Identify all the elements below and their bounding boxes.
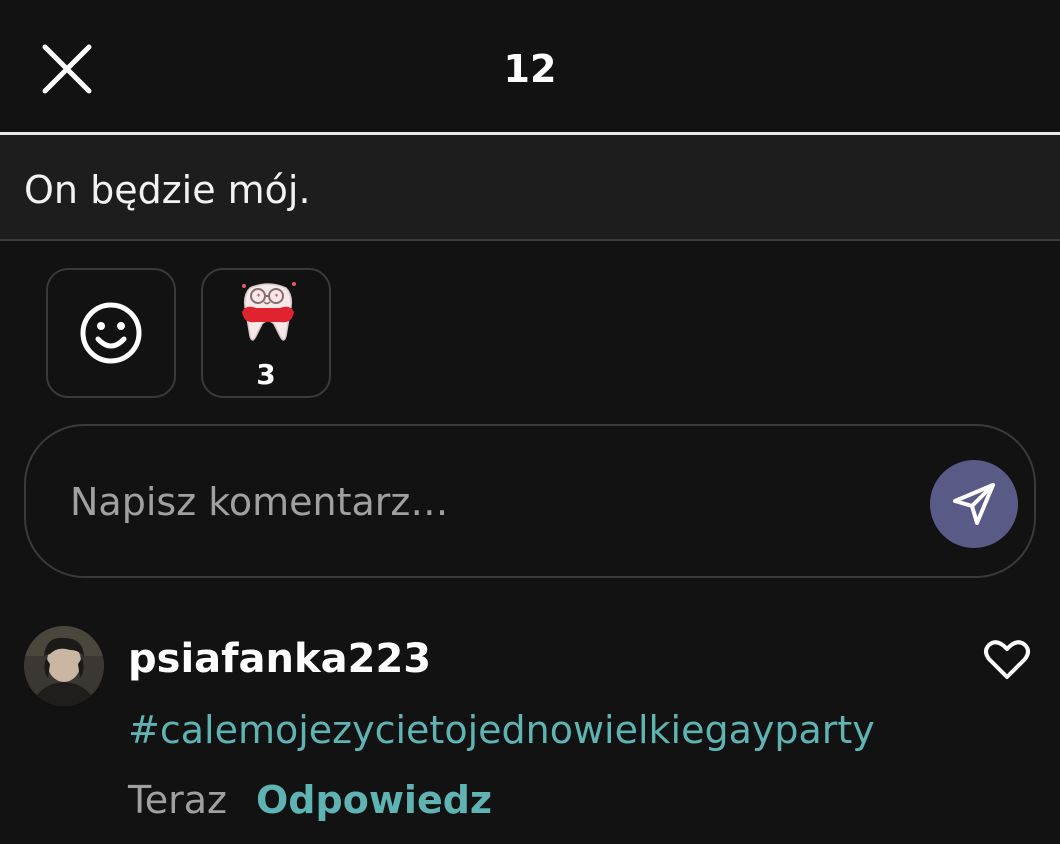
add-emoji-reaction-button[interactable] xyxy=(46,268,176,398)
comment-composer xyxy=(24,424,1036,578)
quoted-post-text: On będzie mój. xyxy=(24,168,311,212)
comment-hashtag-link[interactable]: #calemojezycietojednowielkiegayparty xyxy=(128,702,875,758)
send-button[interactable] xyxy=(930,460,1018,548)
sticker-reaction-count: 3 xyxy=(256,358,276,391)
close-button[interactable] xyxy=(28,30,106,108)
comment-username[interactable]: psiafanka223 xyxy=(128,632,431,686)
quoted-post: On będzie mój. xyxy=(0,135,1060,241)
heart-outline-icon xyxy=(984,640,1030,679)
comment-input[interactable] xyxy=(68,470,892,534)
comments-screen: 12 On będzie mój. 3 Napisz komentarz… ps… xyxy=(0,0,1060,844)
close-icon xyxy=(42,44,92,94)
send-icon xyxy=(953,483,995,525)
like-button[interactable] xyxy=(980,636,1034,684)
sticker-reaction-button[interactable]: 3 xyxy=(201,268,331,398)
comment-count-title: 12 xyxy=(503,47,557,91)
reply-button[interactable]: Odpowiedz xyxy=(256,774,492,826)
smiley-face-icon xyxy=(80,302,142,364)
header: 12 xyxy=(0,0,1060,132)
avatar[interactable] xyxy=(24,626,104,706)
comment-timestamp: Teraz xyxy=(128,778,227,822)
user-avatar xyxy=(24,626,104,706)
cartoon-tooth-sticker-icon xyxy=(242,282,296,341)
